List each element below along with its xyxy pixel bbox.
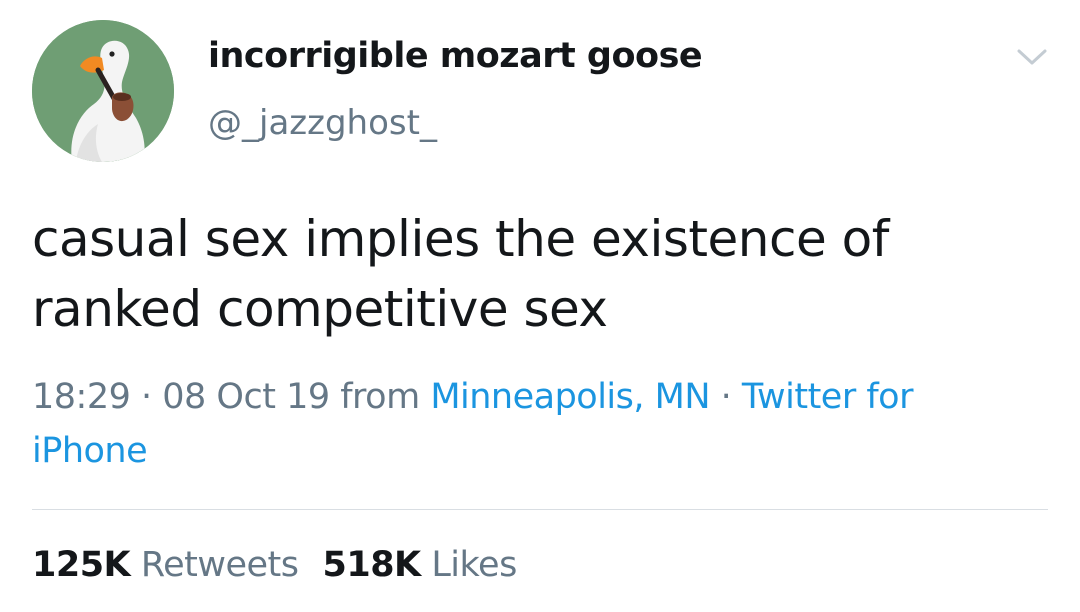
retweets-label: Retweets xyxy=(140,545,299,585)
likes-stat[interactable]: 518K Likes xyxy=(322,545,517,585)
likes-count: 518K xyxy=(322,545,421,585)
from-label: from xyxy=(329,377,431,417)
location-link[interactable]: Minneapolis, MN xyxy=(430,377,710,417)
author-display-name[interactable]: incorrigible mozart goose xyxy=(208,36,703,76)
goose-avatar-icon xyxy=(32,20,174,162)
meta-separator: · xyxy=(130,377,163,417)
tweet-card: incorrigible mozart goose @_jazzghost_ c… xyxy=(0,0,1080,612)
tweet-meta: 18:29 · 08 Oct 19 from Minneapolis, MN ·… xyxy=(32,370,1032,478)
meta-separator: · xyxy=(710,377,742,417)
tweet-menu-button[interactable] xyxy=(1014,44,1050,70)
tweet-date[interactable]: 08 Oct 19 xyxy=(162,377,330,417)
tweet-stats: 125K Retweets 518K Likes xyxy=(32,545,541,585)
retweets-count: 125K xyxy=(32,545,131,585)
avatar[interactable] xyxy=(32,20,174,162)
retweets-stat[interactable]: 125K Retweets xyxy=(32,545,299,585)
tweet-text: casual sex implies the existence of rank… xyxy=(32,210,889,338)
likes-label: Likes xyxy=(431,545,517,585)
divider xyxy=(32,509,1048,510)
chevron-down-icon xyxy=(1017,49,1047,65)
tweet-time[interactable]: 18:29 xyxy=(32,377,131,417)
author-handle[interactable]: @_jazzghost_ xyxy=(208,103,437,143)
